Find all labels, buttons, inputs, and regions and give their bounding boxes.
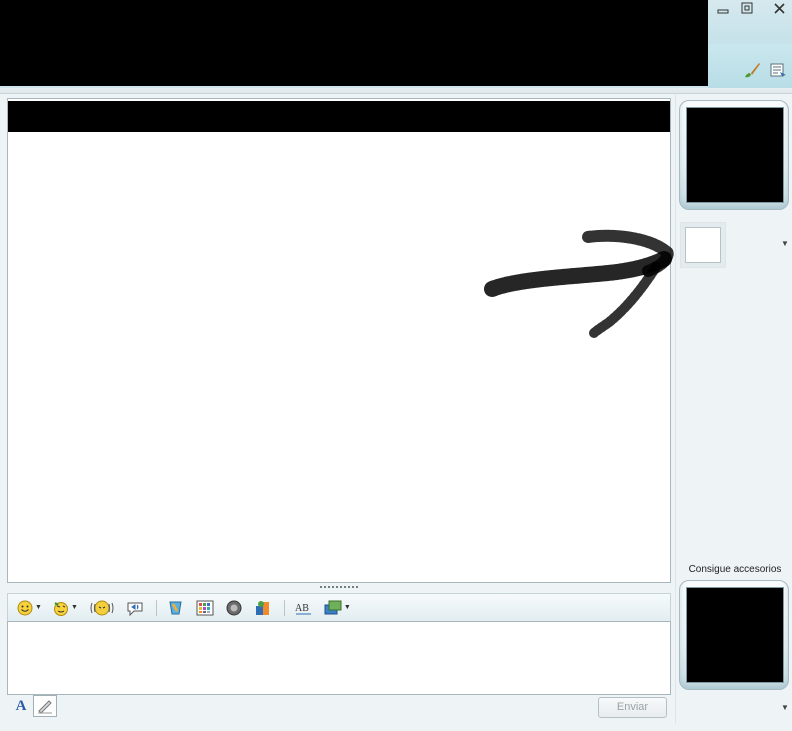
title-bar xyxy=(0,0,792,88)
chevron-down-icon: ▼ xyxy=(343,604,351,611)
show-menu-button[interactable] xyxy=(768,60,788,80)
activities-button[interactable] xyxy=(251,597,275,619)
conversation-history[interactable] xyxy=(7,98,674,583)
maximize-button[interactable] xyxy=(737,1,761,17)
restore-icon xyxy=(741,2,753,14)
contact-display-picture[interactable] xyxy=(679,100,789,210)
share-icon xyxy=(324,600,342,614)
chevron-down-icon[interactable]: ▼ xyxy=(781,239,789,248)
games-icon xyxy=(169,601,182,614)
conversation-header-redacted xyxy=(8,101,670,132)
audio-button[interactable] xyxy=(222,597,246,619)
message-toolbar: ▼ ▼ AB ▼ xyxy=(7,593,671,621)
nudge-button[interactable] xyxy=(86,597,118,619)
minimize-icon xyxy=(717,9,729,14)
send-button[interactable]: Enviar xyxy=(598,697,667,718)
small-picture-placeholder xyxy=(685,227,721,263)
contact-small-picture[interactable] xyxy=(680,222,726,268)
minimize-button[interactable] xyxy=(712,1,736,17)
chevron-down-icon[interactable]: ▼ xyxy=(781,703,789,712)
pencil-icon xyxy=(38,700,52,714)
compose-bottom-bar: A Enviar xyxy=(7,695,671,719)
emoticon-icon xyxy=(17,600,33,615)
hand-drawn-arrow-annotation xyxy=(484,229,674,338)
panel-divider xyxy=(675,94,676,724)
message-input[interactable] xyxy=(7,621,671,695)
games-button[interactable] xyxy=(164,597,188,619)
emoticon-button[interactable]: ▼ xyxy=(14,597,45,619)
toolbar-separator xyxy=(155,599,157,616)
audio-icon xyxy=(226,600,242,615)
contact-header-redacted xyxy=(0,0,708,86)
close-button[interactable] xyxy=(768,1,792,17)
backgrounds-button[interactable] xyxy=(193,597,217,619)
chevron-down-icon: ▼ xyxy=(35,604,42,611)
my-display-picture[interactable] xyxy=(679,580,789,690)
backgrounds-icon xyxy=(196,600,214,615)
activities-icon xyxy=(255,600,269,615)
spellcheck-icon: AB xyxy=(295,603,311,614)
voice-clip-icon xyxy=(127,602,143,616)
share-button[interactable]: ▼ xyxy=(321,597,354,619)
wink-icon xyxy=(53,601,68,616)
nudge-icon xyxy=(90,600,114,615)
font-button[interactable]: A xyxy=(9,695,33,717)
menu-icon xyxy=(770,63,786,77)
wink-button[interactable]: ▼ xyxy=(50,597,81,619)
resize-grip[interactable] xyxy=(320,586,360,590)
svg-text:AB: AB xyxy=(295,603,309,614)
spellcheck-button[interactable]: AB xyxy=(292,597,316,619)
paintbrush-icon xyxy=(745,63,760,78)
contact-picture-redacted xyxy=(686,107,784,203)
handwriting-button[interactable] xyxy=(33,695,57,717)
chevron-down-icon: ▼ xyxy=(70,604,78,611)
get-accessories-link[interactable]: Consigue accesorios xyxy=(680,564,790,575)
my-picture-redacted xyxy=(686,587,784,683)
header-separator xyxy=(0,88,792,94)
toolbar-separator xyxy=(283,599,285,616)
close-icon xyxy=(774,3,785,14)
voice-clip-button[interactable] xyxy=(123,597,147,619)
paintbrush-button[interactable] xyxy=(742,60,762,80)
